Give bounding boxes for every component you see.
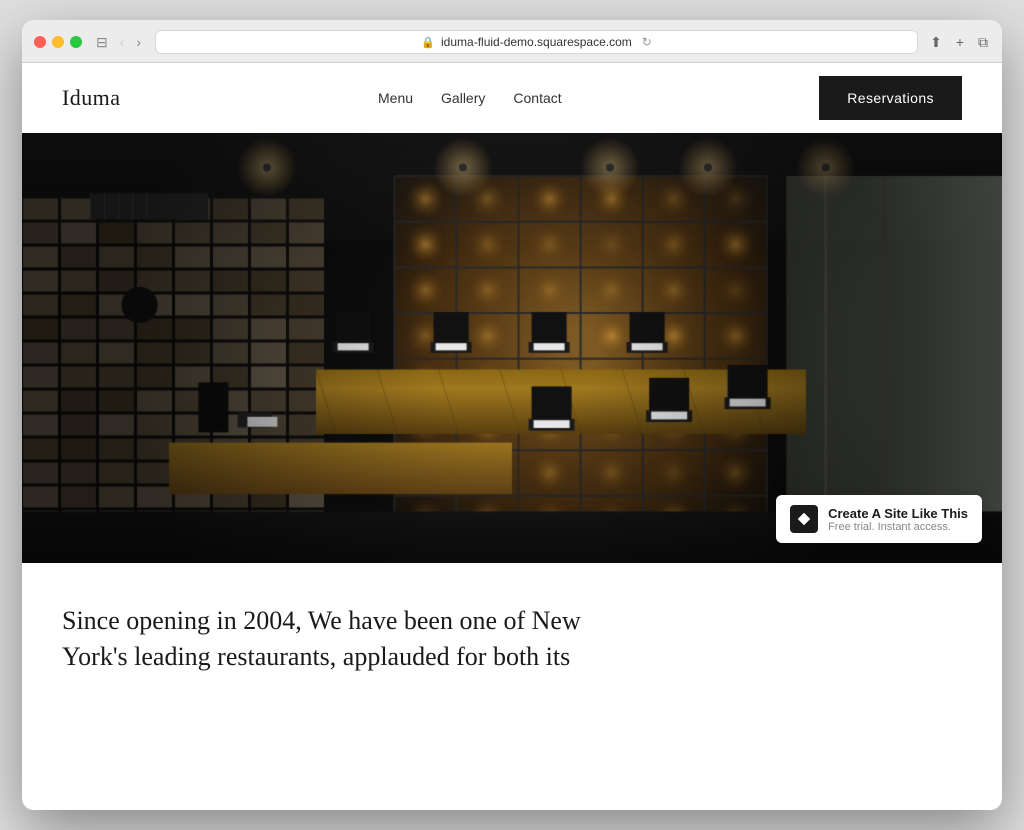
nav-contact[interactable]: Contact: [513, 90, 561, 106]
site-nav: Menu Gallery Contact: [378, 90, 562, 106]
address-bar[interactable]: 🔒 iduma-fluid-demo.squarespace.com ↻: [155, 30, 918, 54]
browser-window: ⊟ ‹ › 🔒 iduma-fluid-demo.squarespace.com…: [22, 20, 1002, 810]
squarespace-badge[interactable]: Create A Site Like This Free trial. Inst…: [776, 495, 982, 543]
hero-image: Create A Site Like This Free trial. Inst…: [22, 133, 1002, 563]
lock-icon: 🔒: [421, 36, 435, 49]
refresh-icon[interactable]: ↻: [642, 35, 652, 49]
url-text: iduma-fluid-demo.squarespace.com: [441, 35, 632, 49]
browser-nav-buttons: ⊟ ‹ ›: [92, 32, 145, 53]
traffic-lights: [34, 36, 82, 48]
nav-menu[interactable]: Menu: [378, 90, 413, 106]
browser-chrome: ⊟ ‹ › 🔒 iduma-fluid-demo.squarespace.com…: [22, 20, 1002, 63]
website-content: Iduma Menu Gallery Contact Reservations …: [22, 63, 1002, 810]
forward-button[interactable]: ›: [132, 32, 145, 52]
squarespace-badge-text: Create A Site Like This Free trial. Inst…: [828, 506, 968, 533]
close-button[interactable]: [34, 36, 46, 48]
maximize-button[interactable]: [70, 36, 82, 48]
new-tab-button[interactable]: +: [954, 32, 966, 52]
squarespace-badge-subtitle: Free trial. Instant access.: [828, 521, 968, 533]
squarespace-logo-icon: [790, 505, 818, 533]
tabs-button[interactable]: ⧉: [976, 32, 990, 53]
site-header: Iduma Menu Gallery Contact Reservations: [22, 63, 1002, 133]
back-button[interactable]: ‹: [116, 32, 129, 52]
reservations-button[interactable]: Reservations: [819, 76, 962, 120]
site-logo: Iduma: [62, 85, 120, 111]
minimize-button[interactable]: [52, 36, 64, 48]
body-section: Since opening in 2004, We have been one …: [22, 563, 1002, 810]
toolbar-right: ⬆ + ⧉: [928, 32, 990, 53]
share-button[interactable]: ⬆: [928, 32, 944, 53]
intro-text: Since opening in 2004, We have been one …: [62, 603, 762, 676]
squarespace-badge-title: Create A Site Like This: [828, 506, 968, 521]
sidebar-toggle[interactable]: ⊟: [92, 32, 112, 53]
nav-gallery[interactable]: Gallery: [441, 90, 485, 106]
